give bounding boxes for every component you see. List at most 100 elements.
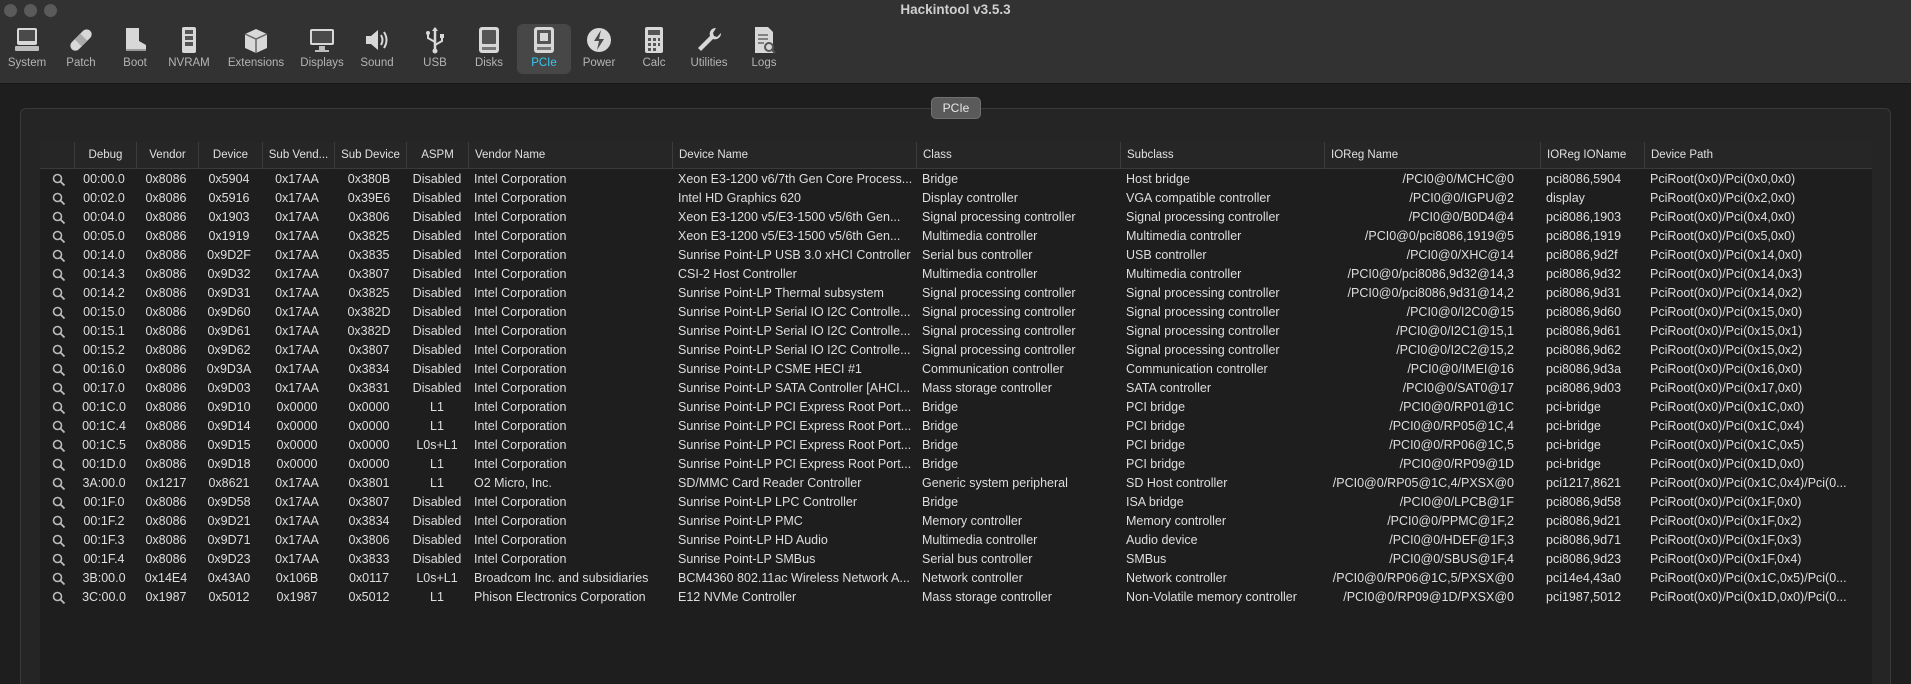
magnifier-icon[interactable] [52,211,66,225]
column-header-ioreg-ioname[interactable]: IOReg IOName [1540,142,1644,169]
magnifier-icon[interactable] [52,534,66,548]
bandage-icon [70,29,92,51]
cell-sub-vendor: 0x1987 [276,590,318,604]
cell-device-name: Xeon E3-1200 v5/E3-1500 v5/6th Gen... [678,229,901,243]
column-header-vendor[interactable]: Vendor [136,142,198,169]
cell-aspm: Disabled [412,267,462,281]
table-row[interactable]: 00:00.0 0x8086 0x5904 0x17AA 0x380B Disabled I… [40,170,1872,189]
panel-title: PCIe [931,97,981,119]
pcie-device-table[interactable]: Debug Vendor Device Sub Vend... Sub Device AS… [40,142,1872,684]
magnifier-icon[interactable] [52,458,66,472]
cell-sub-vendor: 0x17AA [275,552,319,566]
column-header-aspm[interactable]: ASPM [406,142,468,169]
cell-debug: 00:14.0 [83,248,125,262]
cell-class: Bridge [922,172,959,186]
table-row[interactable]: 00:1D.0 0x8086 0x9D18 0x0000 0x0000 L1 Intel C… [40,455,1872,474]
magnifier-icon[interactable] [52,553,66,567]
table-row[interactable]: 00:1C.0 0x8086 0x9D10 0x0000 0x0000 L1 Intel C… [40,398,1872,417]
magnifier-icon[interactable] [52,230,66,244]
cell-vendor: 0x8086 [145,286,187,300]
magnifier-icon[interactable] [52,287,66,301]
table-row[interactable]: 00:14.0 0x8086 0x9D2F 0x17AA 0x3835 Disabled I… [40,246,1872,265]
cell-vendor: 0x8086 [145,438,187,452]
table-row[interactable]: 3A:00.0 0x1217 0x8621 0x17AA 0x3801 L1 O2 Micr… [40,474,1872,493]
table-row[interactable]: 00:1C.4 0x8086 0x9D14 0x0000 0x0000 L1 Intel C… [40,417,1872,436]
cell-device-name: Sunrise Point-LP PMC [678,514,803,528]
magnifier-icon[interactable] [52,363,66,377]
magnifier-icon[interactable] [52,268,66,282]
magnifier-icon[interactable] [52,192,66,206]
table-row[interactable]: 00:1F.4 0x8086 0x9D23 0x17AA 0x3833 Disabled I… [40,550,1872,569]
cell-vendor: 0x8086 [145,514,187,528]
magnifier-icon[interactable] [52,325,66,339]
table-row[interactable]: 00:16.0 0x8086 0x9D3A 0x17AA 0x3834 Disabled I… [40,360,1872,379]
column-header-class[interactable]: Class [916,142,1120,169]
cell-class: Signal processing controller [922,286,1076,300]
table-row[interactable]: 00:02.0 0x8086 0x5916 0x17AA 0x39E6 Disabled I… [40,189,1872,208]
magnifier-icon[interactable] [52,306,66,320]
table-row[interactable]: 00:17.0 0x8086 0x9D03 0x17AA 0x3831 Disabled I… [40,379,1872,398]
cell-vendor-name: Intel Corporation [474,381,567,395]
magnifier-icon[interactable] [52,591,66,605]
table-row[interactable]: 00:14.2 0x8086 0x9D31 0x17AA 0x3825 Disabled I… [40,284,1872,303]
cell-subclass: Memory controller [1126,514,1227,528]
toolbar-extensions-button[interactable]: Extensions [228,24,284,74]
cell-device: 0x9D23 [207,552,251,566]
cell-vendor: 0x8086 [145,533,187,547]
cell-debug: 00:05.0 [83,229,125,243]
cell-device-name: Sunrise Point-LP PCI Express Root Port..… [678,419,912,433]
table-row[interactable]: 00:15.2 0x8086 0x9D62 0x17AA 0x3807 Disabled I… [40,341,1872,360]
magnifier-icon[interactable] [52,401,66,415]
cell-vendor-name: Intel Corporation [474,419,567,433]
table-row[interactable]: 00:15.0 0x8086 0x9D60 0x17AA 0x382D Disabled I… [40,303,1872,322]
magnifier-icon[interactable] [52,477,66,491]
table-row[interactable]: 00:14.3 0x8086 0x9D32 0x17AA 0x3807 Disabled I… [40,265,1872,284]
magnifier-icon[interactable] [52,173,66,187]
cell-aspm: Disabled [412,514,462,528]
column-header-device[interactable]: Device [198,142,262,169]
table-row[interactable]: 00:1F.2 0x8086 0x9D21 0x17AA 0x3834 Disabled I… [40,512,1872,531]
cell-device-name: Xeon E3-1200 v5/E3-1500 v5/6th Gen... [678,210,901,224]
column-header-vendor-name[interactable]: Vendor Name [468,142,672,169]
table-row[interactable]: 00:04.0 0x8086 0x1903 0x17AA 0x3806 Disabled I… [40,208,1872,227]
column-header-device-name[interactable]: Device Name [672,142,916,169]
cell-vendor: 0x8086 [145,343,187,357]
cell-ioreg-name: /PCI0@0/PPMC@1F,2 [1387,514,1514,528]
magnifier-icon[interactable] [52,572,66,586]
column-header-sub-device[interactable]: Sub Device [334,142,406,169]
column-header-subclass[interactable]: Subclass [1120,142,1324,169]
cell-debug: 00:14.3 [83,267,125,281]
column-header-device-path[interactable]: Device Path [1644,142,1872,169]
table-row[interactable]: 00:15.1 0x8086 0x9D61 0x17AA 0x382D Disabled I… [40,322,1872,341]
column-header-debug[interactable]: Debug [74,142,136,169]
toolbar-logs-button[interactable]: Logs [737,24,791,74]
cell-subclass: Multimedia controller [1126,267,1242,281]
table-row[interactable]: 00:1F.3 0x8086 0x9D71 0x17AA 0x3806 Disabled I… [40,531,1872,550]
cell-class: Serial bus controller [922,552,1033,566]
table-row[interactable]: 00:1C.5 0x8086 0x9D15 0x0000 0x0000 L0s+L1 Int… [40,436,1872,455]
magnifier-icon[interactable] [52,439,66,453]
column-header-inspect[interactable] [40,142,74,169]
magnifier-icon[interactable] [52,382,66,396]
toolbar-sound-button[interactable]: Sound [350,24,404,74]
magnifier-icon[interactable] [52,496,66,510]
table-row[interactable]: 00:1F.0 0x8086 0x9D58 0x17AA 0x3807 Disabled I… [40,493,1872,512]
table-row[interactable]: 00:05.0 0x8086 0x1919 0x17AA 0x3825 Disabled I… [40,227,1872,246]
cell-device-name: SD/MMC Card Reader Controller [678,476,862,490]
table-row[interactable]: 3C:00.0 0x1987 0x5012 0x1987 0x5012 L1 Phison … [40,588,1872,607]
cell-sub-device: 0x3807 [348,267,390,281]
magnifier-icon[interactable] [52,344,66,358]
cell-ioreg-name: /PCI0@0/I2C1@15,1 [1396,324,1514,338]
column-header-sub-vendor[interactable]: Sub Vend... [262,142,334,169]
toolbar-nvram-button[interactable]: NVRAM [162,24,216,74]
table-row[interactable]: 3B:00.0 0x14E4 0x43A0 0x106B 0x0117 L0s+L1 Bro… [40,569,1872,588]
cell-aspm: L1 [430,590,444,604]
magnifier-icon[interactable] [52,249,66,263]
cell-aspm: L1 [430,419,444,433]
magnifier-icon[interactable] [52,420,66,434]
cell-debug: 3B:00.0 [82,571,126,585]
magnifier-icon[interactable] [52,515,66,529]
column-header-ioreg-name[interactable]: IOReg Name [1324,142,1540,169]
cell-debug: 00:1C.4 [82,419,126,433]
cell-ioreg-ioname: pci8086,9d23 [1546,552,1622,566]
